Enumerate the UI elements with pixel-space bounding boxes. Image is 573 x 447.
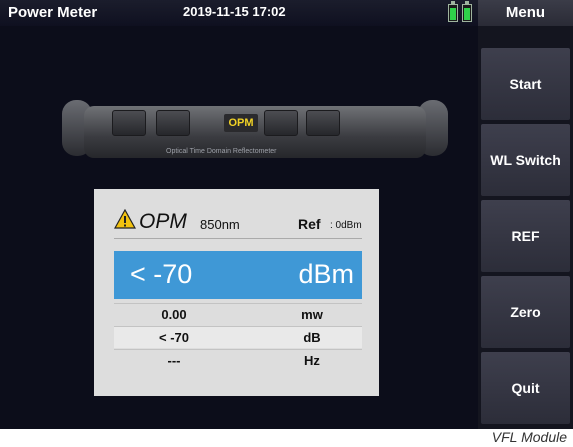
ref-button[interactable]: REF bbox=[481, 200, 570, 272]
device-illustration: OPM Optical Time Domain Reflectometer bbox=[62, 92, 448, 172]
image-caption: VFL Module bbox=[491, 429, 567, 445]
divider bbox=[114, 238, 362, 239]
start-button[interactable]: Start bbox=[481, 48, 570, 120]
device-body: OPM Optical Time Domain Reflectometer bbox=[84, 106, 426, 158]
row-unit: dB bbox=[303, 330, 321, 345]
status-bar: Power Meter 2019-11-15 17:02 bbox=[0, 0, 478, 26]
battery-icon bbox=[462, 1, 472, 22]
row-value: --- bbox=[167, 353, 181, 368]
device-key bbox=[156, 110, 190, 136]
row-unit: Hz bbox=[304, 353, 320, 368]
page-title: Power Meter bbox=[8, 4, 98, 21]
device-opm-label: OPM bbox=[224, 114, 258, 132]
device-key bbox=[112, 110, 146, 136]
device-key bbox=[306, 110, 340, 136]
mode-label: OPM bbox=[139, 210, 187, 233]
ref-value: : 0dBm bbox=[330, 220, 362, 231]
ref-label: Ref bbox=[298, 216, 321, 232]
menu-header: Menu bbox=[478, 0, 573, 26]
quit-button[interactable]: Quit bbox=[481, 352, 570, 424]
device-caption: Optical Time Domain Reflectometer bbox=[166, 148, 277, 155]
zero-button[interactable]: Zero bbox=[481, 276, 570, 348]
row-value: 0.00 bbox=[161, 307, 187, 322]
main-unit: dBm bbox=[298, 259, 354, 289]
reading-row: 0.00 mw bbox=[114, 303, 362, 325]
main-value: < -70 bbox=[130, 259, 193, 289]
side-menu: Menu Start WL Switch REF Zero Quit bbox=[478, 0, 573, 429]
device-screen: Power Meter 2019-11-15 17:02 Menu Start … bbox=[0, 0, 573, 429]
row-unit: mw bbox=[301, 307, 323, 322]
row-value: < -70 bbox=[159, 330, 189, 345]
datetime: 2019-11-15 17:02 bbox=[183, 4, 286, 19]
wl-switch-button[interactable]: WL Switch bbox=[481, 124, 570, 196]
reading-row: --- Hz bbox=[114, 349, 362, 371]
battery-icon bbox=[448, 1, 458, 22]
reading-row: < -70 dB bbox=[114, 326, 362, 348]
wavelength-label: 850nm bbox=[200, 217, 240, 232]
device-key bbox=[264, 110, 298, 136]
warning-icon bbox=[114, 209, 136, 229]
opm-panel: OPM 850nm Ref : 0dBm < -70 dBm 0.00 mw <… bbox=[94, 189, 379, 396]
main-reading: < -70 dBm bbox=[114, 251, 362, 299]
